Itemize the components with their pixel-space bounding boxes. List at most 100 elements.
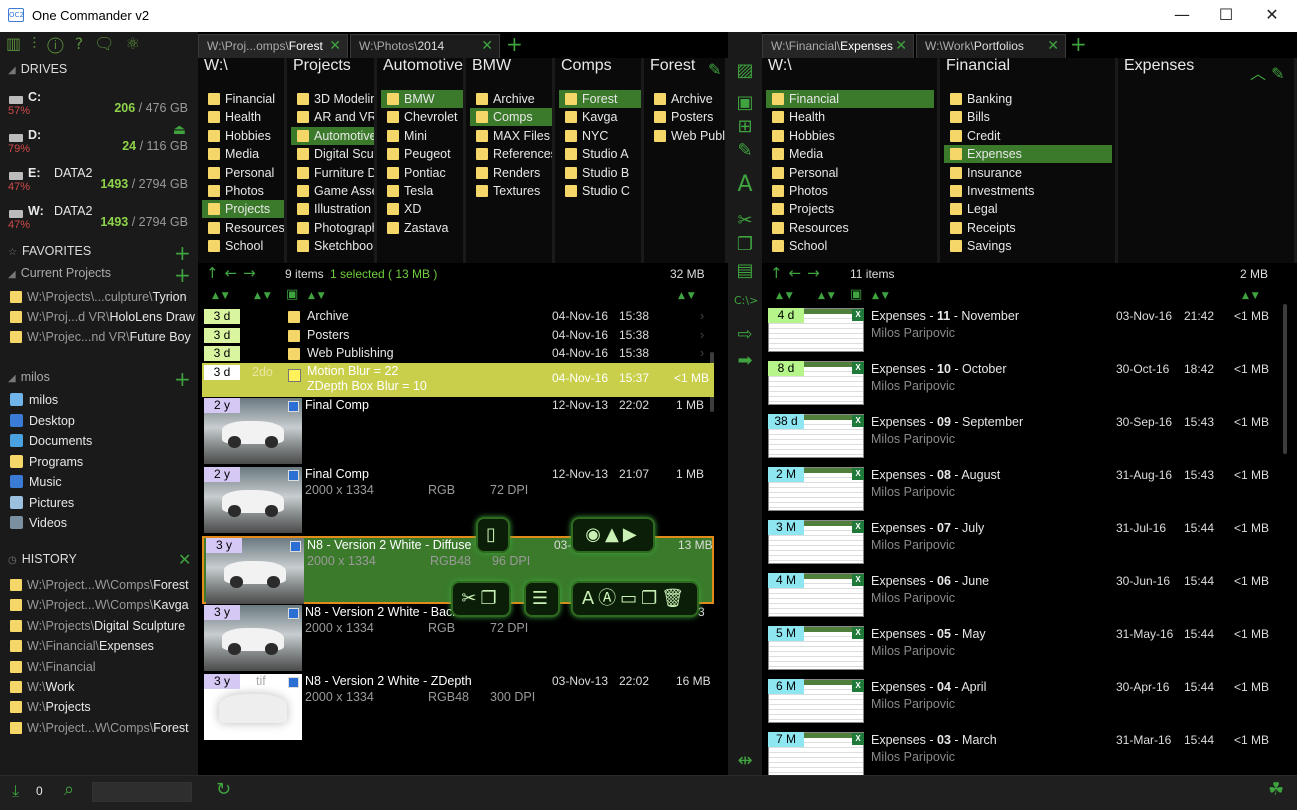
history-item[interactable]: W:\Financial\Expenses (10, 636, 196, 656)
column-header[interactable]: Expenses (1124, 58, 1194, 75)
column-header[interactable]: Automotive (383, 58, 463, 75)
close-button[interactable]: ✕ (1249, 0, 1295, 32)
column-item[interactable]: Digital Sculpture (291, 145, 374, 163)
edit-path-icon[interactable]: ✎ (708, 60, 721, 79)
column-item[interactable]: Financial (766, 90, 934, 108)
column-item[interactable]: Studio C (559, 182, 641, 200)
bug-report-icon[interactable]: ☘ (1268, 779, 1284, 800)
column-item[interactable]: Hobbies (202, 127, 284, 145)
history-item[interactable]: W:\Work (10, 677, 196, 697)
column-item[interactable]: Legal (944, 200, 1112, 218)
column-item[interactable]: Comps (470, 108, 552, 127)
column-item[interactable]: Insurance (944, 164, 1112, 182)
user-folder-item[interactable]: Desktop (10, 411, 196, 431)
tab-2014[interactable]: W:\Photos\2014 ✕ (350, 34, 500, 58)
column-header[interactable]: Forest (650, 58, 695, 75)
image-file-row[interactable]: 3 y tif N8 - Version 2 White - ZDepth 2000 … (202, 674, 714, 740)
user-folder-item[interactable]: Videos (10, 513, 196, 533)
close-tab-icon[interactable]: ✕ (329, 35, 341, 57)
favorite-item[interactable]: W:\Projec...nd VR\Future Boy (10, 327, 196, 347)
user-header[interactable]: ◢ milos + (8, 367, 191, 391)
column-item[interactable]: Receipts (944, 219, 1112, 237)
tab-expenses[interactable]: W:\Financial\Expenses ✕ (762, 34, 914, 58)
eject-icon[interactable]: ⏏ (173, 122, 186, 138)
spreadsheet-row[interactable]: 2 M X Expenses - 08 - August Milos Paripovi… (768, 467, 1278, 513)
column-item[interactable]: Expenses (944, 145, 1112, 164)
column-item[interactable]: Photography (291, 219, 374, 237)
spreadsheet-row[interactable]: 7 M X Expenses - 03 - March Milos Paripovic… (768, 732, 1278, 778)
column-item[interactable]: Illustration (291, 200, 374, 218)
column-item[interactable]: MAX Files (470, 127, 552, 145)
favorites-header[interactable]: ☆ FAVORITES + (8, 241, 191, 265)
spreadsheet-row[interactable]: 5 M X Expenses - 05 - May Milos Paripovic 31… (768, 626, 1278, 672)
column-item[interactable]: Credit (944, 127, 1112, 145)
user-folder-item[interactable]: Documents (10, 431, 196, 451)
column-item[interactable]: Archive (648, 90, 725, 108)
column-item[interactable]: Investments (944, 182, 1112, 200)
navigation-icons[interactable]: ↑←→ (206, 264, 262, 282)
column-header[interactable]: Comps (561, 58, 612, 75)
folder-row[interactable]: 3 d Archive 04-Nov-16 15:38 › (202, 308, 712, 326)
column-item[interactable]: Forest (559, 90, 641, 108)
new-file-icon[interactable]: ⊞ (734, 116, 756, 137)
new-tab-icon[interactable]: + (506, 32, 523, 56)
user-folder-item[interactable]: milos (10, 390, 196, 410)
column-item[interactable]: Banking (944, 90, 1112, 108)
column-item[interactable]: Projects (202, 200, 284, 219)
spreadsheet-row[interactable]: 4 d X Expenses - 11 - November Milos Paripo… (768, 308, 1278, 354)
view-share-open-menu[interactable]: ◉▲▶ (571, 517, 655, 553)
spreadsheet-row[interactable]: 8 d X Expenses - 10 - October Milos Paripov… (768, 361, 1278, 407)
column-item[interactable]: Renders (470, 164, 552, 182)
history-header[interactable]: ◷ HISTORY ✕ (8, 550, 191, 570)
drive-item[interactable]: E: DATA2 47% 1493 / 2794 GB (6, 166, 192, 202)
history-item[interactable]: W:\Project...W\Comps\Forest (10, 575, 196, 595)
new-folder-icon[interactable]: ▣ (734, 92, 756, 113)
file-properties-button[interactable]: ▯ (476, 517, 510, 553)
column-item[interactable]: Peugeot (381, 145, 463, 163)
column-item[interactable]: Projects (766, 200, 934, 218)
user-folder-item[interactable]: Pictures (10, 493, 196, 513)
drive-item[interactable]: D: 79% 24 / 116 GB ⏏ (6, 122, 192, 164)
close-tab-icon[interactable]: ✕ (895, 35, 907, 57)
favorite-item[interactable]: W:\Projects\...culpture\Tyrion (10, 287, 196, 307)
column-item[interactable]: Studio A (559, 145, 641, 163)
column-item[interactable]: Game Assets (291, 182, 374, 200)
drive-item[interactable]: C: 57% 206 / 476 GB (6, 90, 192, 126)
maximize-button[interactable]: ☐ (1203, 0, 1249, 32)
column-item[interactable]: Bills (944, 108, 1112, 126)
column-header[interactable]: BMW (472, 58, 511, 75)
history-item[interactable]: W:\Projects (10, 697, 196, 717)
add-user-folder-icon[interactable]: + (174, 367, 191, 391)
favorite-item[interactable]: W:\Proj...d VR\HoloLens Draw (10, 307, 196, 327)
column-item[interactable]: Textures (470, 182, 552, 200)
split-icon[interactable]: ⇹ (734, 750, 756, 771)
edit-icon[interactable]: ✎ (734, 140, 756, 161)
image-icon[interactable]: ▨ (734, 60, 756, 81)
history-item[interactable]: W:\Financial (10, 657, 196, 677)
rename-delete-menu[interactable]: AⒶ▭❐🗑 (571, 581, 699, 617)
column-item[interactable]: Zastava (381, 219, 463, 237)
add-favorite-icon[interactable]: + (174, 241, 191, 265)
download-icon[interactable]: ⤓ (12, 781, 19, 801)
drive-item[interactable]: W: DATA2 47% 1493 / 2794 GB (6, 204, 192, 240)
user-folder-item[interactable]: Programs (10, 452, 196, 472)
column-item[interactable]: Mini (381, 127, 463, 145)
column-item[interactable]: AR and VR (291, 108, 374, 126)
column-item[interactable]: Furniture Design (291, 164, 374, 182)
column-item[interactable]: Pontiac (381, 164, 463, 182)
search-input[interactable] (92, 782, 192, 802)
column-item[interactable]: Hobbies (766, 127, 934, 145)
user-folder-item[interactable]: Music (10, 472, 196, 492)
column-item[interactable]: BMW (381, 90, 463, 108)
column-item[interactable]: Media (766, 145, 934, 163)
tab-portfolios[interactable]: W:\Work\Portfolios ✕ (916, 34, 1066, 58)
history-item[interactable]: W:\Project...W\Comps\Kavga (10, 595, 196, 615)
column-item[interactable]: Personal (202, 164, 284, 182)
spreadsheet-row[interactable]: 6 M X Expenses - 04 - April Milos Paripovic… (768, 679, 1278, 725)
path-icon[interactable]: C:\> (734, 294, 758, 307)
column-header[interactable]: Projects (293, 58, 351, 75)
folder-row[interactable]: 3 d Posters 04-Nov-16 15:38 › (202, 327, 712, 345)
folder-row[interactable]: 3 d Web Publishing 04-Nov-16 15:38 › (202, 345, 712, 363)
navigation-icons[interactable]: ↑←→ (770, 264, 826, 282)
cut-icon[interactable]: ✂ (734, 210, 756, 231)
